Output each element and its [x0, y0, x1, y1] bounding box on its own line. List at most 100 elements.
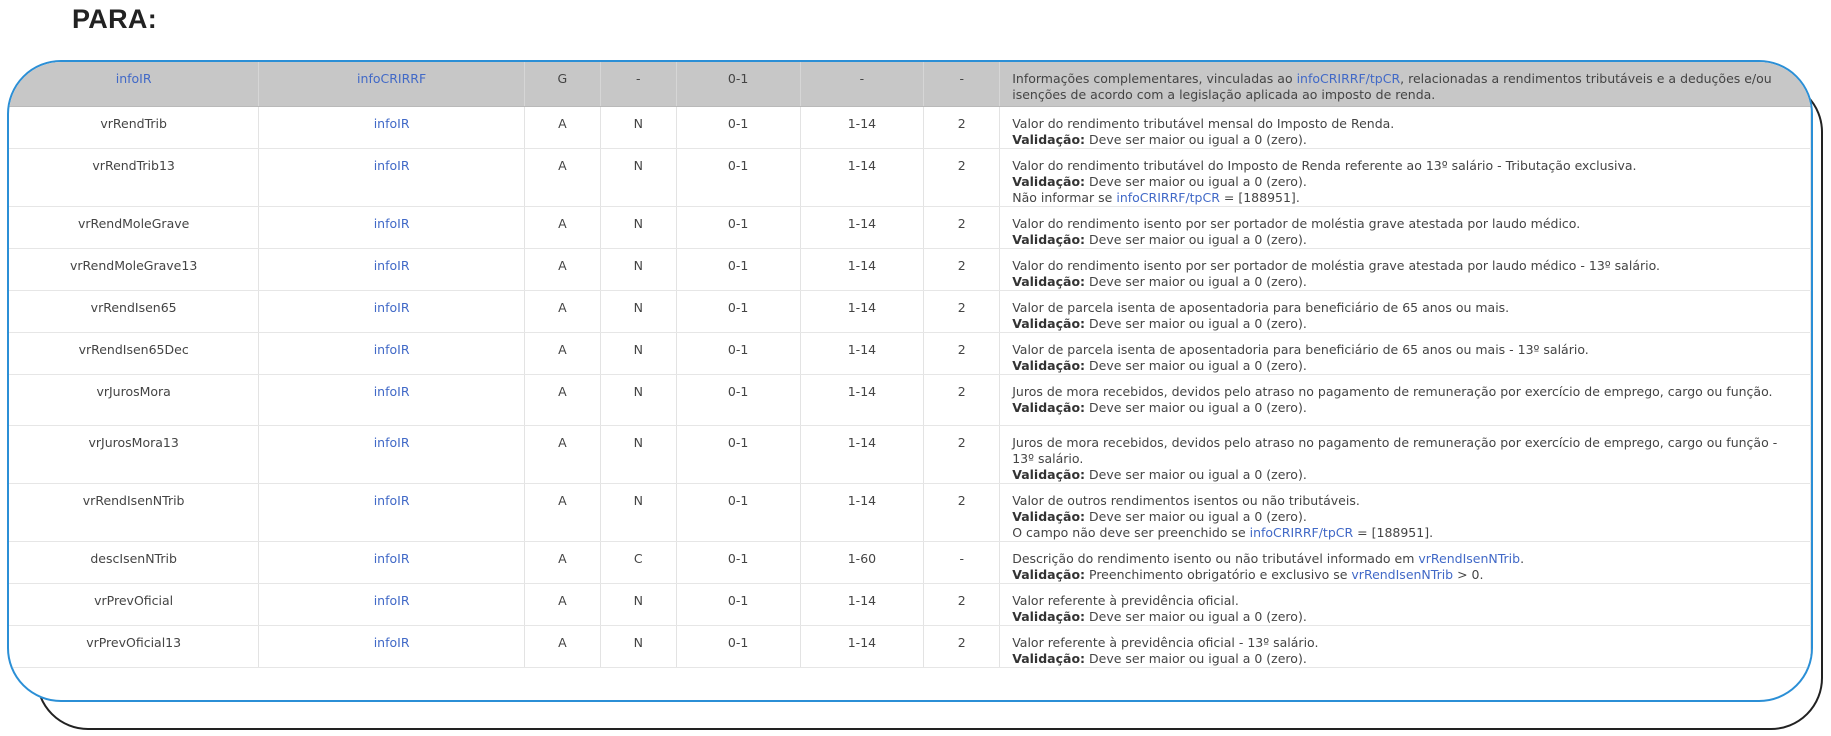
parent-link[interactable]: infoIR [374, 258, 410, 273]
cell-description: Valor referente à previdência oficial - … [999, 625, 1811, 668]
cell-tipo: N [600, 106, 677, 149]
field-reference-link[interactable]: vrRendIsenNTrib [1418, 551, 1520, 566]
field-table: infoIR infoCRIRRF G - 0-1 - - Informaçõe… [9, 62, 1811, 668]
parent-link[interactable]: infoIR [374, 551, 410, 566]
validation-label: Validação: [1012, 508, 1086, 524]
cell-parent[interactable]: infoIR [258, 541, 525, 584]
description-line: O campo não deve ser preenchido se infoC… [1012, 525, 1790, 541]
table-row-header: infoIR infoCRIRRF G - 0-1 - - Informaçõe… [9, 62, 1811, 107]
description-line: Validação: Deve ser maior ou igual a 0 (… [1012, 509, 1790, 525]
validation-label: Validação: [1012, 399, 1086, 415]
description-line: Valor do rendimento tributável do Impost… [1012, 158, 1790, 174]
cell-parent[interactable]: infoCRIRRF [258, 62, 525, 107]
parent-link[interactable]: infoIR [374, 384, 410, 399]
cell-parent[interactable]: infoIR [258, 583, 525, 626]
cell-dec: 2 [923, 248, 1001, 291]
cell-description: Informações complementares, vinculadas a… [999, 62, 1811, 107]
cell-description: Valor do rendimento tributável mensal do… [999, 106, 1811, 149]
description-line: Validação: Deve ser maior ou igual a 0 (… [1012, 400, 1790, 416]
description-text: Juros de mora recebidos, devidos pelo at… [1012, 383, 1773, 399]
parent-link[interactable]: infoIR [374, 216, 410, 231]
parent-link[interactable]: infoIR [374, 435, 410, 450]
field-reference-link[interactable]: infoCRIRRF/tpCR [1116, 190, 1220, 205]
description-line: Valor de parcela isenta de aposentadoria… [1012, 342, 1790, 358]
cell-name: vrRendIsen65Dec [9, 332, 260, 375]
cell-parent[interactable]: infoIR [258, 248, 525, 291]
table-row: vrRendMoleGrave13 infoIR A N 0-1 1-14 2 Valor d… [9, 248, 1811, 291]
validation-label: Validação: [1012, 173, 1086, 189]
cell-parent[interactable]: infoIR [258, 483, 525, 542]
cell-parent[interactable]: infoIR [258, 148, 525, 207]
table-row: vrPrevOficial infoIR A N 0-1 1-14 2 Valor refer… [9, 583, 1811, 626]
description-line: Juros de mora recebidos, devidos pelo at… [1012, 384, 1790, 400]
cell-dec: 2 [923, 583, 1001, 626]
parent-link[interactable]: infoIR [374, 158, 410, 173]
cell-description: Juros de mora recebidos, devidos pelo at… [999, 425, 1811, 484]
description-text: Valor referente à previdência oficial - … [1012, 634, 1319, 650]
cell-parent[interactable]: infoIR [258, 206, 525, 249]
cell-dec: - [923, 541, 1001, 584]
cell-name: vrPrevOficial [9, 583, 260, 626]
cell-ocor: 0-1 [676, 332, 801, 375]
cell-description: Valor do rendimento isento por ser porta… [999, 206, 1811, 249]
cell-name: vrRendMoleGrave [9, 206, 260, 249]
description-text: Deve ser maior ou igual a 0 (zero). [1085, 508, 1307, 524]
cell-elem: A [524, 425, 601, 484]
description-text: . [1520, 550, 1525, 566]
description-line: Validação: Deve ser maior ou igual a 0 (… [1012, 467, 1790, 483]
cell-ocor: 0-1 [676, 148, 801, 207]
validation-label: Validação: [1012, 131, 1086, 147]
description-line: Validação: Deve ser maior ou igual a 0 (… [1012, 316, 1790, 332]
cell-tam: 1-14 [800, 332, 925, 375]
cell-elem: A [524, 625, 601, 668]
cell-dec: 2 [923, 483, 1001, 542]
cell-dec: 2 [923, 290, 1001, 333]
cell-tipo: N [600, 332, 677, 375]
cell-tipo: N [600, 206, 677, 249]
description-text: Juros de mora recebidos, devidos pelo at… [1012, 434, 1778, 466]
field-reference-link[interactable]: infoCRIRRF/tpCR [1297, 71, 1401, 86]
parent-link[interactable]: infoIR [374, 493, 410, 508]
cell-elem: A [524, 148, 601, 207]
description-line: Validação: Deve ser maior ou igual a 0 (… [1012, 651, 1790, 667]
cell-elem: A [524, 332, 601, 375]
cell-tipo: N [600, 483, 677, 542]
cell-parent[interactable]: infoIR [258, 290, 525, 333]
parent-link[interactable]: infoIR [374, 342, 410, 357]
cell-ocor: 0-1 [676, 62, 801, 107]
description-text: Valor de parcela isenta de aposentadoria… [1012, 341, 1589, 357]
cell-name: vrRendTrib [9, 106, 260, 149]
cell-parent[interactable]: infoIR [258, 106, 525, 149]
cell-name: vrRendMoleGrave13 [9, 248, 260, 291]
parent-link[interactable]: infoIR [374, 300, 410, 315]
parent-link[interactable]: infoIR [374, 593, 410, 608]
description-text: Deve ser maior ou igual a 0 (zero). [1085, 608, 1307, 624]
page-heading: PARA: [72, 4, 157, 34]
cell-dec: 2 [923, 425, 1001, 484]
description-text: Deve ser maior ou igual a 0 (zero). [1085, 273, 1307, 289]
description-line: Valor do rendimento isento por ser porta… [1012, 216, 1790, 232]
table-row: vrPrevOficial13 infoIR A N 0-1 1-14 2 Valor ref… [9, 625, 1811, 668]
field-reference-link[interactable]: vrRendIsenNTrib [1351, 567, 1453, 582]
description-line: Validação: Preenchimento obrigatório e e… [1012, 567, 1790, 583]
parent-link[interactable]: infoIR [374, 635, 410, 650]
description-text: Deve ser maior ou igual a 0 (zero). [1085, 650, 1307, 666]
validation-label: Validação: [1012, 566, 1086, 582]
cell-parent[interactable]: infoIR [258, 332, 525, 375]
description-text: Valor de outros rendimentos isentos ou n… [1012, 492, 1360, 508]
cell-name: vrRendIsenNTrib [9, 483, 260, 542]
cell-parent[interactable]: infoIR [258, 425, 525, 484]
description-text: Deve ser maior ou igual a 0 (zero). [1085, 173, 1307, 189]
cell-description: Valor do rendimento isento por ser porta… [999, 248, 1811, 291]
cell-description: Valor de outros rendimentos isentos ou n… [999, 483, 1811, 542]
validation-label: Validação: [1012, 650, 1086, 666]
parent-link[interactable]: infoIR [374, 116, 410, 131]
field-reference-link[interactable]: infoCRIRRF/tpCR [1250, 525, 1354, 540]
description-text: = [188951]. [1353, 524, 1434, 540]
description-text: Deve ser maior ou igual a 0 (zero). [1085, 357, 1307, 373]
cell-parent[interactable]: infoIR [258, 374, 525, 426]
cell-parent[interactable]: infoIR [258, 625, 525, 668]
cell-tipo: N [600, 148, 677, 207]
cell-name[interactable]: infoIR [9, 62, 260, 107]
description-text: Valor do rendimento isento por ser porta… [1012, 215, 1581, 231]
